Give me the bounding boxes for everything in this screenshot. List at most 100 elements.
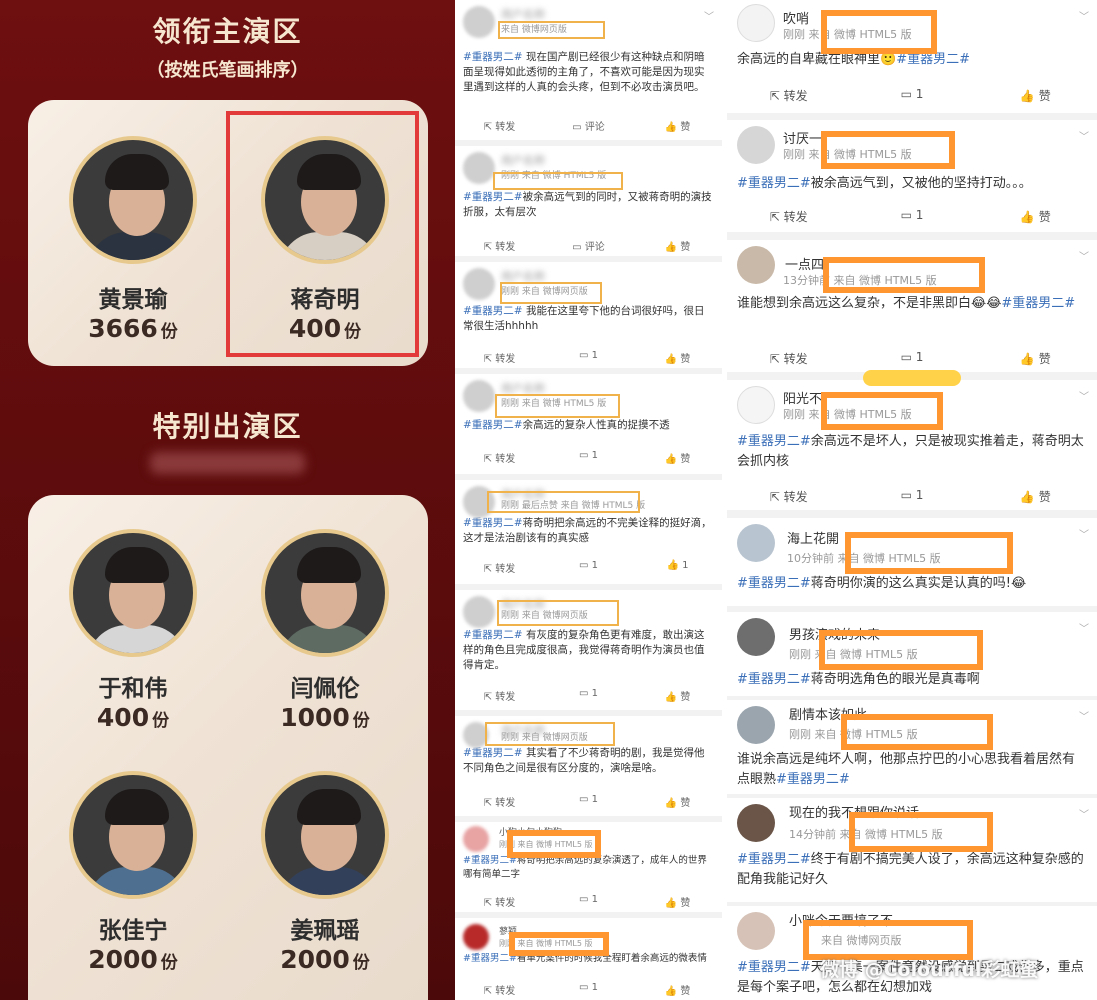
avatar[interactable]: [737, 246, 775, 284]
feed-post[interactable]: 一点四 13分钟前 来自 微博 HTML5 版 ﹀ 谁能想到余高远这么复杂，不是…: [727, 240, 1097, 372]
highlight-box: [485, 722, 615, 746]
actor-avatar: [69, 529, 197, 657]
repost-button[interactable]: ⇱ 转发: [727, 208, 850, 225]
repost-button[interactable]: ⇱ 转发: [455, 450, 544, 465]
comment-button[interactable]: ▭ 1: [544, 894, 633, 909]
avatar[interactable]: [737, 618, 775, 656]
like-button[interactable]: 👍 赞: [633, 794, 722, 809]
feed-post[interactable]: 海上花開 10分钟前 来自 微博 HTML5 版 ﹀ #重器男二#蒋奇明你演的这…: [727, 518, 1097, 606]
chevron-down-icon[interactable]: ﹀: [1079, 128, 1089, 143]
comment-button[interactable]: ▭ 评论: [544, 118, 633, 133]
repost-button[interactable]: ⇱ 转发: [727, 87, 850, 104]
chevron-down-icon[interactable]: ﹀: [1079, 620, 1089, 635]
comment-button[interactable]: ▭ 1: [544, 794, 633, 809]
avatar[interactable]: [463, 152, 495, 184]
username[interactable]: 用户名称: [501, 152, 545, 168]
feed-post[interactable]: 用户名称 刚刚 来自 微博 HTML5 版 #重器男二#余高远的复杂人性真的捉摸不…: [455, 374, 722, 474]
feed-post[interactable]: 用户名称 来自 微博网页版 ﹀ #重器男二# 现在国产剧已经很少有这种缺点和阴暗面呈…: [455, 0, 722, 140]
username[interactable]: 用户名称: [501, 6, 545, 22]
comment-button[interactable]: ▭ 评论: [544, 238, 633, 253]
username[interactable]: 讨厌一: [783, 128, 822, 147]
feed-post[interactable]: 蓼颖 刚刚 来自 微博 HTML5 版 #重器男二#看单元案件的时候我全程盯着余高…: [455, 918, 722, 1000]
avatar[interactable]: [463, 924, 489, 950]
comment-button[interactable]: ▭ 1: [544, 688, 633, 703]
repost-button[interactable]: ⇱ 转发: [455, 794, 544, 809]
feed-post[interactable]: 男孩演戏的未来 刚刚 来自 微博 HTML5 版 ﹀ #重器男二#蒋奇明选角色的…: [727, 612, 1097, 696]
like-button[interactable]: 👍 1: [633, 560, 722, 575]
like-button[interactable]: 👍 赞: [633, 238, 722, 253]
avatar[interactable]: [737, 804, 775, 842]
repost-button[interactable]: ⇱ 转发: [455, 238, 544, 253]
feed-post[interactable]: 剧情本该如此 刚刚 来自 微博 HTML5 版 ﹀ 谁说余高远是纯坏人啊，他那点…: [727, 700, 1097, 794]
actor-avatar: [261, 771, 389, 899]
username[interactable]: 海上花開: [787, 528, 839, 547]
avatar[interactable]: [737, 386, 775, 424]
feed-post[interactable]: 用户名称 刚刚 来自 微博网页版 #重器男二# 我能在这里夸下他的台词很好吗，很日…: [455, 262, 722, 368]
comment-button[interactable]: ▭ 1: [544, 560, 633, 575]
avatar[interactable]: [737, 912, 775, 950]
like-button[interactable]: 👍 赞: [633, 894, 722, 909]
chevron-down-icon[interactable]: ﹀: [1079, 388, 1089, 403]
chevron-down-icon[interactable]: ﹀: [1079, 248, 1089, 263]
feed-post[interactable]: 用户名称 刚刚 来自 微博网页版 #重器男二# 其实看了不少蒋奇明的剧，我是觉得他…: [455, 716, 722, 816]
feed-post[interactable]: 讨厌一 刚刚 来自 微博 HTML5 版 ﹀ #重器男二#被余高远气到，又被他的…: [727, 120, 1097, 232]
avatar[interactable]: [737, 524, 775, 562]
repost-button[interactable]: ⇱ 转发: [727, 488, 850, 505]
comment-button[interactable]: ▭ 1: [850, 350, 973, 367]
feed-post[interactable]: 小咪今天要搞了不 来自 微博网页版 #重器男二#天天一集一案件竟然没感觉到男二戏…: [727, 906, 1097, 1000]
comment-button[interactable]: ▭ 1: [850, 488, 973, 505]
chevron-down-icon[interactable]: ﹀: [704, 8, 714, 23]
comment-button[interactable]: ▭ 1: [544, 350, 633, 365]
post-actions: ⇱ 转发 ▭ 1 👍 赞: [727, 350, 1097, 367]
feed-post[interactable]: 现在的我不想跟你说话 14分钟前 来自 微博 HTML5 版 ﹀ #重器男二#终…: [727, 798, 1097, 902]
feed-post[interactable]: 用户名称 刚刚 最后点赞 来自 微博 HTML5 版 #重器男二#蒋奇明把余高远的…: [455, 480, 722, 584]
feed-post[interactable]: 阳光不 刚刚 来自 微博 HTML5 版 ﹀ #重器男二#余高远不是坏人，只是被…: [727, 370, 1097, 510]
actor-card: 张佳宁 2000 份: [48, 771, 218, 974]
like-button[interactable]: 👍 赞: [974, 87, 1097, 104]
repost-button[interactable]: ⇱ 转发: [455, 560, 544, 575]
post-actions: ⇱ 转发 ▭ 评论 👍 赞: [455, 118, 722, 133]
like-button[interactable]: 👍 赞: [633, 350, 722, 365]
like-button[interactable]: 👍 赞: [633, 118, 722, 133]
like-button[interactable]: 👍 赞: [974, 488, 1097, 505]
like-button[interactable]: 👍 赞: [633, 450, 722, 465]
chevron-down-icon[interactable]: ﹀: [1079, 8, 1089, 23]
notification-pill[interactable]: [863, 370, 961, 386]
comment-button[interactable]: ▭ 1: [544, 450, 633, 465]
repost-button[interactable]: ⇱ 转发: [455, 350, 544, 365]
feed-post[interactable]: 用户名称 刚刚 来自 微博网页版 #重器男二# 有灰度的复杂角色更有难度，敢出演这…: [455, 590, 722, 710]
username[interactable]: 一点四: [785, 254, 824, 273]
actor-name: 于和伟: [98, 676, 168, 702]
chevron-down-icon[interactable]: ﹀: [1079, 708, 1089, 723]
like-button[interactable]: 👍 赞: [633, 982, 722, 997]
like-button[interactable]: 👍 赞: [633, 688, 722, 703]
post-text: 谁说余高远是纯坏人啊，他那点拧巴的小心思我看着居然有点眼熟#重器男二#: [737, 752, 1076, 787]
repost-button[interactable]: ⇱ 转发: [455, 688, 544, 703]
post-text: 谁能想到余高远这么复杂，不是非黑即白😂😂#重器男二#: [737, 296, 1076, 311]
avatar[interactable]: [463, 6, 495, 38]
repost-button[interactable]: ⇱ 转发: [455, 894, 544, 909]
repost-button[interactable]: ⇱ 转发: [455, 118, 544, 133]
username[interactable]: 阳光不: [783, 388, 822, 407]
like-button[interactable]: 👍 赞: [974, 350, 1097, 367]
repost-button[interactable]: ⇱ 转发: [727, 350, 850, 367]
avatar[interactable]: [737, 706, 775, 744]
avatar[interactable]: [737, 126, 775, 164]
feed-post[interactable]: 吹哨 刚刚 来自 微博 HTML5 版 ﹀ 余高远的自卑藏在眼神里🙂#重器男二#…: [727, 0, 1097, 113]
comment-button[interactable]: ▭ 1: [850, 208, 973, 225]
avatar[interactable]: [737, 4, 775, 42]
chevron-down-icon[interactable]: ﹀: [1079, 806, 1089, 821]
comment-button[interactable]: ▭ 1: [544, 982, 633, 997]
avatar[interactable]: [463, 380, 495, 412]
avatar[interactable]: [463, 268, 495, 300]
comment-button[interactable]: ▭ 1: [850, 87, 973, 104]
chevron-down-icon[interactable]: ﹀: [1079, 526, 1089, 541]
highlight-box: [507, 830, 601, 858]
username[interactable]: 吹哨: [783, 8, 809, 27]
feed-post[interactable]: 小狗小勾小狗狗 刚刚 来自 微博 HTML5 版 #重器男二#蒋奇明把余高远的复杂…: [455, 822, 722, 912]
avatar[interactable]: [463, 596, 495, 628]
like-button[interactable]: 👍 赞: [974, 208, 1097, 225]
repost-button[interactable]: ⇱ 转发: [455, 982, 544, 997]
avatar[interactable]: [463, 826, 489, 852]
feed-post[interactable]: 用户名称 刚刚 来自 微博 HTML5 版 #重器男二#被余高远气到的同时，又被蒋…: [455, 146, 722, 256]
